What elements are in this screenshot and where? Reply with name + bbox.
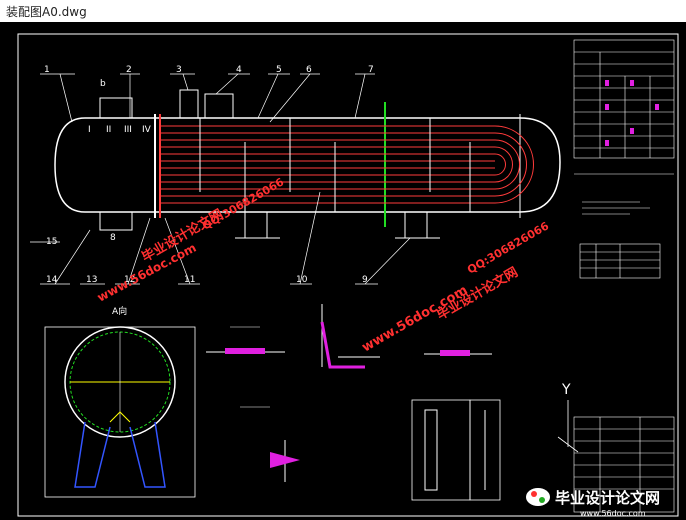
window-titlebar: 装配图A0.dwg xyxy=(0,0,686,22)
logo-url: www.56doc.com xyxy=(580,509,646,518)
part-label-1: 1 xyxy=(44,65,50,75)
nozzles xyxy=(99,89,440,239)
part-label-4: 4 xyxy=(236,65,242,75)
tube-bundle xyxy=(160,125,534,204)
part-label-15: 15 xyxy=(46,237,57,247)
label-b: b xyxy=(100,79,106,89)
site-logo: 毕业设计论文网 www.56doc.com xyxy=(526,488,660,518)
technical-notes xyxy=(574,173,674,215)
part-label-3: 3 xyxy=(176,65,182,75)
section-mark-1: I xyxy=(88,125,91,135)
part-label-2: 2 xyxy=(126,65,132,75)
section-mark-4: IV xyxy=(142,125,152,135)
leader-lines xyxy=(30,73,411,285)
main-vessel xyxy=(54,102,561,227)
watermark-qq: QQ:306826066 xyxy=(200,175,286,232)
part-label-14: 14 xyxy=(46,275,58,285)
part-label-6: 6 xyxy=(306,65,312,75)
drawing-frame xyxy=(17,33,679,517)
section-mark-2: II xyxy=(106,125,111,135)
part-label-9: 9 xyxy=(362,275,368,285)
north-arrow xyxy=(557,400,579,453)
specs-table xyxy=(573,39,675,159)
part-label-11: 11 xyxy=(184,275,195,285)
nozzle-table xyxy=(579,243,661,279)
watermark-site-2: www.56doc.com xyxy=(360,283,471,356)
section-mark-3: III xyxy=(124,125,132,135)
north-arrow-label: Y xyxy=(561,382,571,398)
part-label-10: 10 xyxy=(296,275,308,285)
part-label-13: 13 xyxy=(86,275,97,285)
detail-views xyxy=(206,304,501,501)
part-label-5: 5 xyxy=(276,65,282,75)
cross-section-view: A向 xyxy=(44,305,196,498)
view-label: A向 xyxy=(112,305,127,317)
logo-text: 毕业设计论文网 xyxy=(555,489,660,507)
part-label-8: 8 xyxy=(110,233,116,243)
window-title: 装配图A0.dwg xyxy=(6,5,87,19)
part-label-7: 7 xyxy=(368,65,374,75)
drawing-svg: 1 2 3 4 5 6 7 8 9 10 11 12 13 14 15 b I … xyxy=(17,33,679,518)
cad-canvas[interactable]: 1 2 3 4 5 6 7 8 9 10 11 12 13 14 15 b I … xyxy=(0,22,686,520)
